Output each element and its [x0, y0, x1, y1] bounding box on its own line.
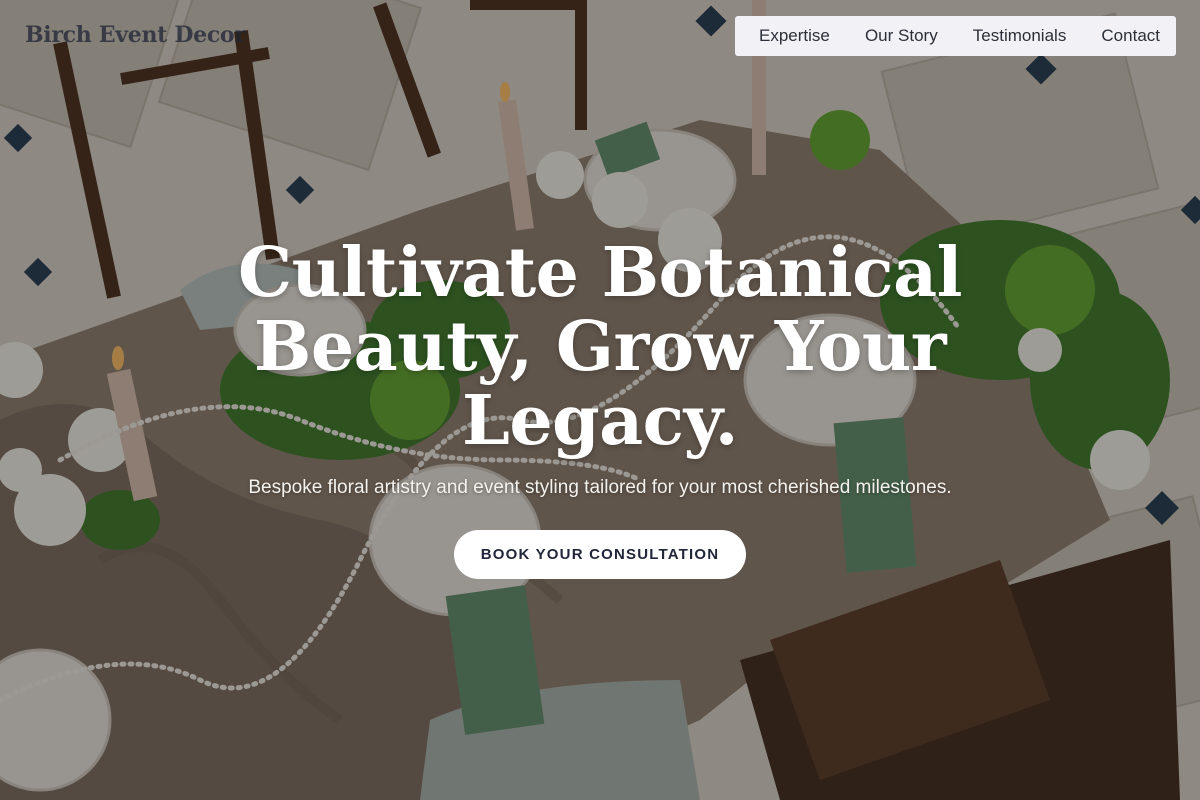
main-navigation: Expertise Our Story Testimonials Contact: [735, 16, 1176, 56]
hero-title: Cultivate Botanical Beauty, Grow Your Le…: [0, 236, 1200, 458]
hero-subtitle: Bespoke floral artistry and event stylin…: [248, 477, 952, 498]
nav-item-contact[interactable]: Contact: [1101, 26, 1160, 46]
nav-item-our-story[interactable]: Our Story: [865, 26, 938, 46]
brand-logo[interactable]: Birch Event Decor: [25, 22, 246, 48]
hero-title-line-2: Beauty, Grow Your: [253, 307, 947, 387]
book-consultation-button[interactable]: BOOK YOUR CONSULTATION: [454, 530, 746, 579]
hero-title-line-3: Legacy.: [462, 381, 738, 461]
nav-item-expertise[interactable]: Expertise: [759, 26, 830, 46]
nav-item-testimonials[interactable]: Testimonials: [973, 26, 1067, 46]
hero-title-line-1: Cultivate Botanical: [238, 233, 962, 313]
